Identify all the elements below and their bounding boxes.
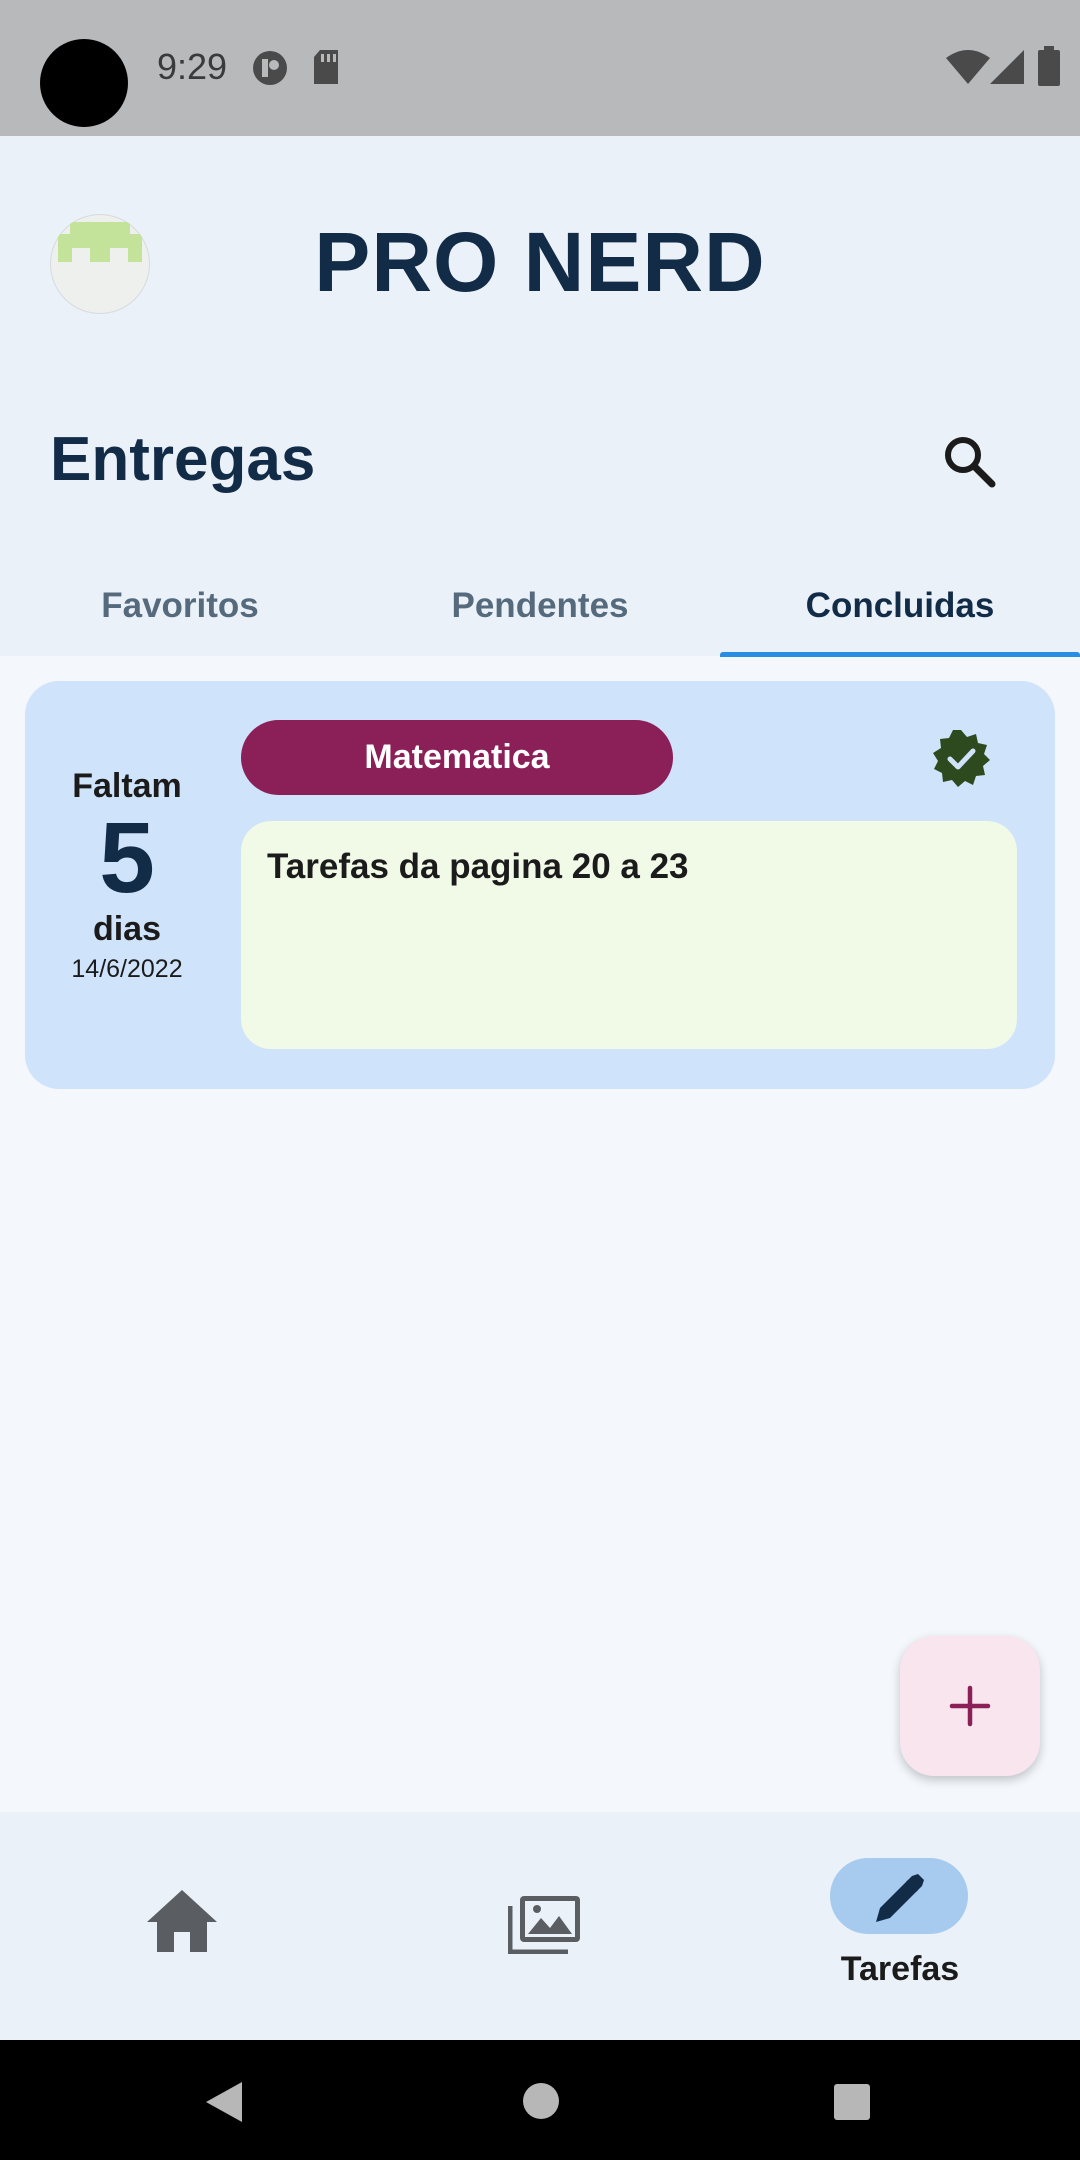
camera-cutout <box>40 39 128 127</box>
verified-check-icon[interactable] <box>931 728 991 788</box>
tab-label: Pendentes <box>451 586 629 625</box>
status-time: 9:29 <box>157 46 228 87</box>
tab-label: Favoritos <box>101 586 259 625</box>
nav-item-home[interactable] <box>0 1812 360 2040</box>
tab-label: Concluidas <box>805 586 995 625</box>
task-card[interactable]: Faltam 5 dias 14/6/2022 Matematica Taref… <box>25 681 1055 1089</box>
bottom-navigation: Tarefas <box>0 1812 1080 2040</box>
tab-favoritos[interactable]: Favoritos <box>0 556 360 656</box>
wifi-icon <box>946 50 990 84</box>
tab-pendentes[interactable]: Pendentes <box>360 556 720 656</box>
pencil-icon <box>876 1874 924 1922</box>
task-description-box: Tarefas da pagina 20 a 23 <box>241 821 1017 1049</box>
status-bar: 9:29 <box>0 0 1080 136</box>
days-left: 5 <box>99 802 155 914</box>
plus-icon <box>949 1685 991 1727</box>
nav-item-tarefas[interactable]: Tarefas <box>720 1812 1080 2040</box>
add-task-button[interactable] <box>900 1636 1040 1776</box>
recents-icon[interactable] <box>834 2084 870 2120</box>
nav-item-gallery[interactable] <box>360 1812 720 2040</box>
system-navigation-bar <box>0 2040 1080 2160</box>
notification-app-icon <box>253 51 287 85</box>
days-unit: dias <box>92 910 162 948</box>
tab-bar: Favoritos Pendentes Concluidas <box>0 556 1080 657</box>
signal-icon <box>990 50 1024 84</box>
back-icon[interactable] <box>204 2080 244 2124</box>
app-title: PRO NERD <box>314 215 766 309</box>
nav-label: Tarefas <box>840 1950 960 1988</box>
search-icon <box>945 437 996 488</box>
tab-indicator <box>720 652 1080 657</box>
battery-icon <box>1038 46 1060 86</box>
sd-card-icon <box>314 50 338 84</box>
search-button[interactable] <box>938 430 1002 494</box>
due-date: 14/6/2022 <box>71 955 183 983</box>
due-info: Faltam 5 dias 14/6/2022 <box>25 767 229 984</box>
gallery-icon <box>508 1896 580 1954</box>
task-description: Tarefas da pagina 20 a 23 <box>267 847 689 886</box>
home-circle-icon[interactable] <box>522 2082 560 2120</box>
due-label: Faltam <box>72 767 182 805</box>
page-title: Entregas <box>50 425 316 494</box>
home-icon <box>147 1890 217 1952</box>
tab-concluidas[interactable]: Concluidas <box>720 556 1080 656</box>
subject-badge: Matematica <box>241 720 673 795</box>
